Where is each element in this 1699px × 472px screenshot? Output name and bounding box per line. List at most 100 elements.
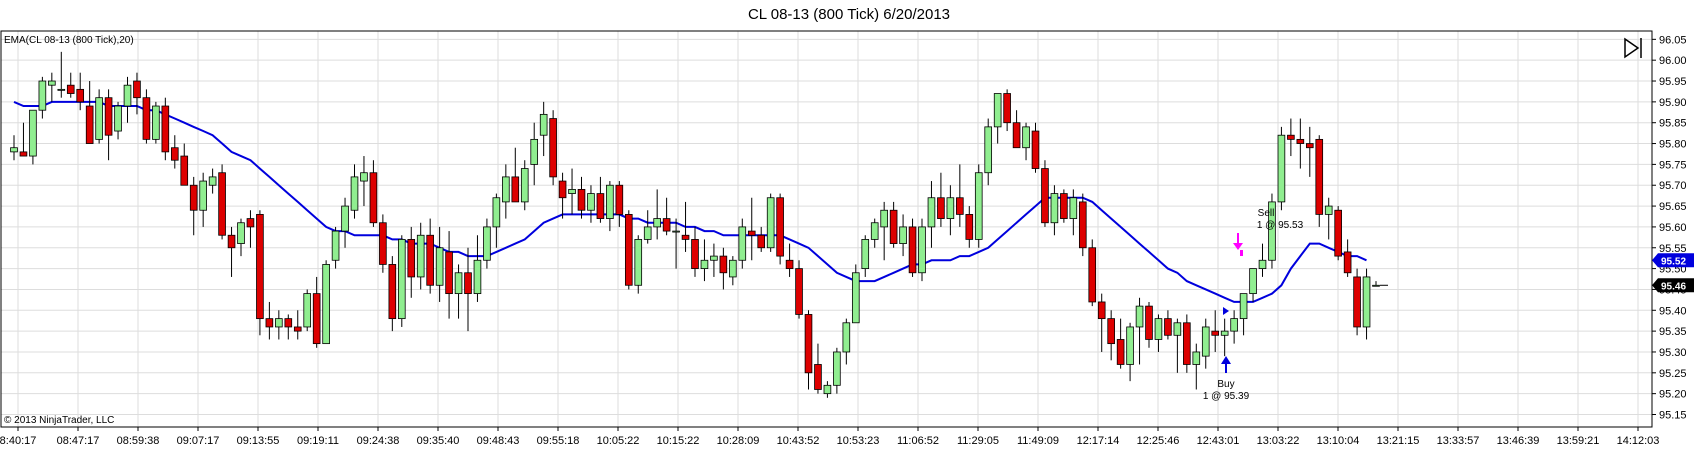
candle-body-down <box>1145 305 1153 340</box>
candle-body-down <box>265 318 274 328</box>
scroll-to-end-button[interactable] <box>1620 36 1644 60</box>
candle[interactable] <box>218 164 226 240</box>
candle-body-up <box>502 176 510 203</box>
y-tick-label: 95.55 <box>1659 243 1687 255</box>
candle[interactable] <box>766 193 775 252</box>
y-tick-label: 95.70 <box>1659 180 1687 192</box>
x-tick-label: 13:46:39 <box>1497 435 1540 447</box>
candle-body-down <box>1078 201 1087 249</box>
candle-body-up <box>766 197 775 249</box>
candle[interactable] <box>634 235 643 294</box>
candle-body-up <box>539 113 548 136</box>
sell-label: Sell <box>1258 208 1275 219</box>
candle[interactable] <box>624 210 633 290</box>
x-tick-label: 10:15:22 <box>657 435 700 447</box>
candle-body-up <box>322 264 330 345</box>
x-tick-label: 12:43:01 <box>1197 435 1240 447</box>
candle-body-down <box>1315 138 1324 215</box>
candle[interactable] <box>303 289 312 332</box>
candle-body-down <box>189 184 198 211</box>
candle-body-down <box>66 84 75 94</box>
copyright-text: © 2013 NinjaTrader, LLC <box>4 415 114 426</box>
candle-body-up <box>842 322 851 353</box>
candle-body-down <box>1107 318 1115 345</box>
candle-body-up <box>275 318 283 328</box>
x-tick-label: 11:06:52 <box>897 435 939 447</box>
candle-body-down <box>1060 193 1068 219</box>
candle[interactable] <box>256 210 264 336</box>
y-tick-label: 95.30 <box>1659 347 1687 359</box>
x-tick-label: 10:53:23 <box>837 435 880 447</box>
y-tick-label: 95.65 <box>1659 201 1687 213</box>
candle[interactable] <box>776 193 784 265</box>
candle-body-down <box>681 234 690 240</box>
x-tick-label: 10:43:52 <box>777 435 820 447</box>
candle-body-down <box>1088 247 1097 303</box>
candle-body-down <box>1097 301 1106 320</box>
candle[interactable] <box>795 260 803 319</box>
x-tick-label: 13:03:22 <box>1257 435 1300 447</box>
candle-body-up <box>700 259 709 269</box>
x-tick-label: 12:17:14 <box>1077 435 1120 447</box>
candle[interactable] <box>1088 239 1097 307</box>
candle[interactable] <box>397 235 406 327</box>
candle-body-down <box>1287 134 1295 140</box>
candle-body-down <box>284 318 293 328</box>
candle-body-down <box>785 259 794 269</box>
x-tick-label: 14:12:03 <box>1617 435 1660 447</box>
candle[interactable] <box>1277 126 1286 211</box>
candle-body-down <box>804 314 813 374</box>
candle[interactable] <box>918 218 926 282</box>
candle-body-down <box>1003 93 1011 124</box>
candle[interactable] <box>1060 189 1068 223</box>
candle[interactable] <box>1078 193 1087 257</box>
candle-body-down <box>369 172 378 224</box>
candle[interactable] <box>322 260 330 345</box>
candle-body-down <box>1334 209 1342 257</box>
y-tick-label: 95.25 <box>1659 368 1687 380</box>
candle-body-up <box>114 105 122 132</box>
y-tick-label: 95.95 <box>1659 76 1687 88</box>
x-tick-label: 11:49:09 <box>1017 435 1059 447</box>
candle[interactable] <box>1315 135 1324 227</box>
candle-body-up <box>974 172 983 240</box>
candle[interactable] <box>549 110 557 186</box>
candle-body-down <box>747 230 756 236</box>
candle[interactable] <box>974 164 983 248</box>
candle[interactable] <box>851 264 860 324</box>
candle-body-down <box>1164 318 1172 336</box>
candle-body-down <box>549 118 557 178</box>
candle-body-down <box>293 326 302 332</box>
candle-body-up <box>1372 284 1380 287</box>
candle[interactable] <box>142 89 151 144</box>
candle-body-down <box>170 147 179 161</box>
candle-body-up <box>29 109 37 157</box>
candle[interactable] <box>908 218 917 277</box>
candle-body-up <box>710 255 718 261</box>
x-tick-label: 12:25:46 <box>1137 435 1180 447</box>
candle[interactable] <box>1183 314 1191 373</box>
candle-body-up <box>672 230 680 233</box>
candle-body-down <box>104 97 113 136</box>
candle-body-up <box>435 247 444 286</box>
candle-body-down <box>246 218 255 228</box>
candle-body-down <box>19 151 28 157</box>
candle-body-up <box>606 184 614 219</box>
candle[interactable] <box>379 214 387 273</box>
candle-body-up <box>350 176 359 211</box>
candle-body-up <box>870 222 879 240</box>
candle-body-up <box>492 197 501 228</box>
candle[interactable] <box>1041 160 1049 227</box>
x-tick-label: 08:47:17 <box>57 435 100 447</box>
candle[interactable] <box>1268 193 1276 269</box>
candle[interactable] <box>1334 206 1342 261</box>
candle[interactable] <box>95 89 103 144</box>
candle-body-down <box>312 293 321 345</box>
candle[interactable] <box>161 97 170 161</box>
candle-body-down <box>511 176 520 203</box>
price-chart[interactable]: Sell1 @ 95.53 Buy1 @ 95.39 95.15 95.20 95.2… <box>0 0 1699 472</box>
candle[interactable] <box>29 109 37 165</box>
candle[interactable] <box>152 101 160 144</box>
candle[interactable] <box>1353 268 1361 336</box>
x-tick-label: 09:55:18 <box>537 435 580 447</box>
